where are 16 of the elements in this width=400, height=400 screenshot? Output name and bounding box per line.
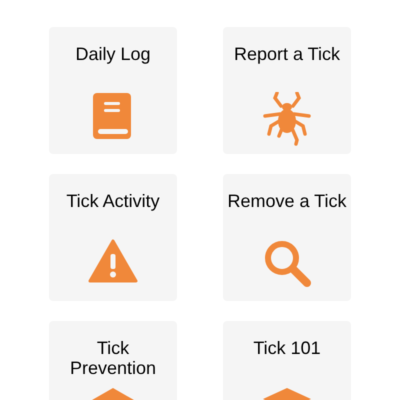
menu-tile[interactable]: Remove a Tick [223,174,351,301]
tile-label: Daily Log [75,44,151,64]
menu-tile[interactable]: Report a Tick [223,27,351,154]
warning-icon [88,239,138,283]
menu-tile[interactable]: Tick 101 [223,321,351,400]
tile-label: Tick Activity [66,191,160,211]
tile-label: Tick 101 [253,338,321,358]
menu-tile[interactable]: Tick Prevention [49,321,177,400]
menu-tile[interactable]: Tick Activity [49,174,177,301]
tile-label: Report a Tick [234,44,340,64]
menu-tile[interactable]: Daily Log [49,27,177,154]
book-icon [92,92,134,140]
tile-label: Tick Prevention [68,338,158,378]
search-icon [263,239,311,287]
tick-bug-icon [263,92,311,146]
tile-label: Remove a Tick [227,191,347,211]
